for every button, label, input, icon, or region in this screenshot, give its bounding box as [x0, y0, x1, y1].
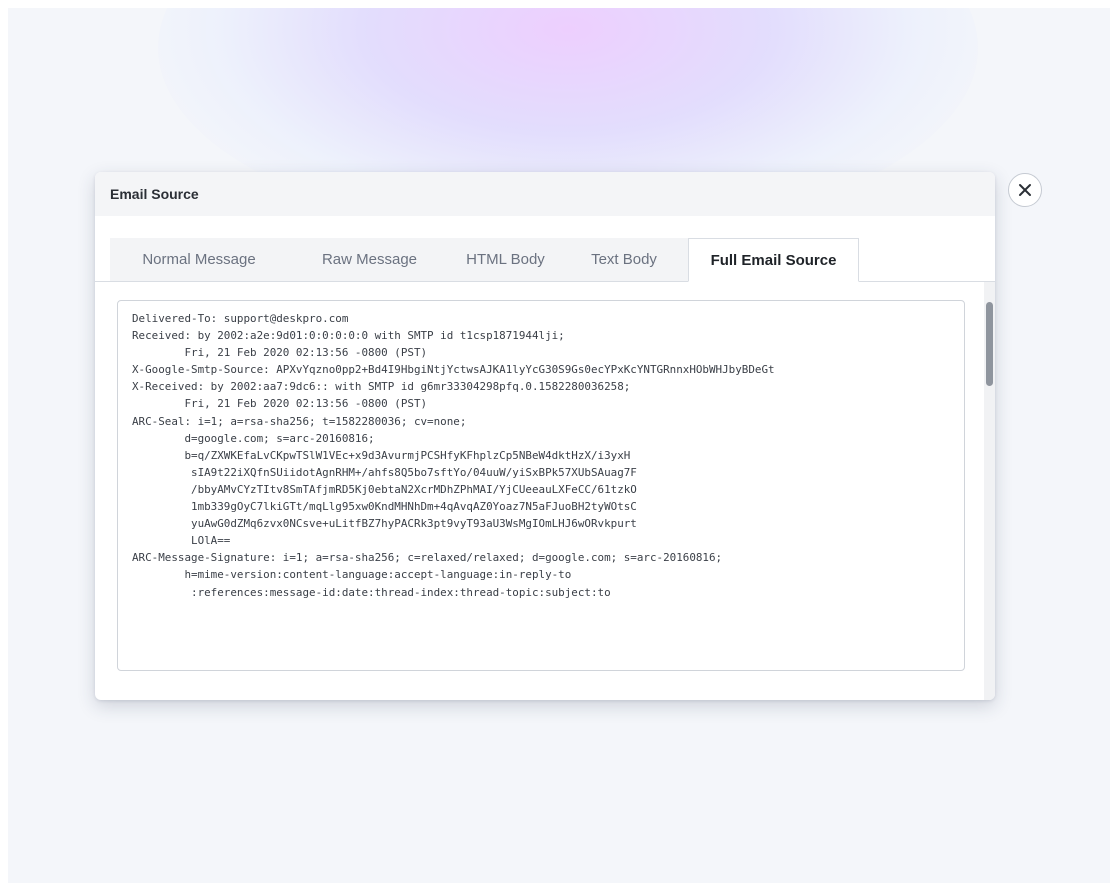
tab-label: Text Body	[591, 251, 657, 268]
tab-normal-message[interactable]: Normal Message	[110, 238, 288, 281]
scrollbar-track[interactable]	[984, 282, 995, 700]
email-source-modal: Email Source Normal Message Raw Message …	[95, 172, 995, 700]
tab-bar: Normal Message Raw Message HTML Body Tex…	[95, 238, 995, 282]
tab-label: Raw Message	[321, 251, 418, 268]
tab-html-body[interactable]: HTML Body	[451, 238, 560, 281]
close-icon	[1019, 184, 1031, 196]
email-source-text: Delivered-To: support@deskpro.com Receiv…	[132, 312, 775, 599]
tab-text-body[interactable]: Text Body	[560, 238, 688, 281]
modal-title: Email Source	[110, 186, 199, 202]
tab-label: Normal Message	[142, 251, 256, 268]
tab-raw-message[interactable]: Raw Message	[288, 238, 451, 281]
email-source-box[interactable]: Delivered-To: support@deskpro.com Receiv…	[117, 300, 965, 671]
modal-header: Email Source	[95, 172, 995, 216]
tab-full-email-source[interactable]: Full Email Source	[688, 238, 859, 282]
tab-label: Full Email Source	[710, 251, 837, 269]
tab-label: HTML Body	[466, 251, 545, 268]
close-button[interactable]	[1008, 173, 1042, 207]
scrollbar-thumb[interactable]	[986, 302, 993, 386]
